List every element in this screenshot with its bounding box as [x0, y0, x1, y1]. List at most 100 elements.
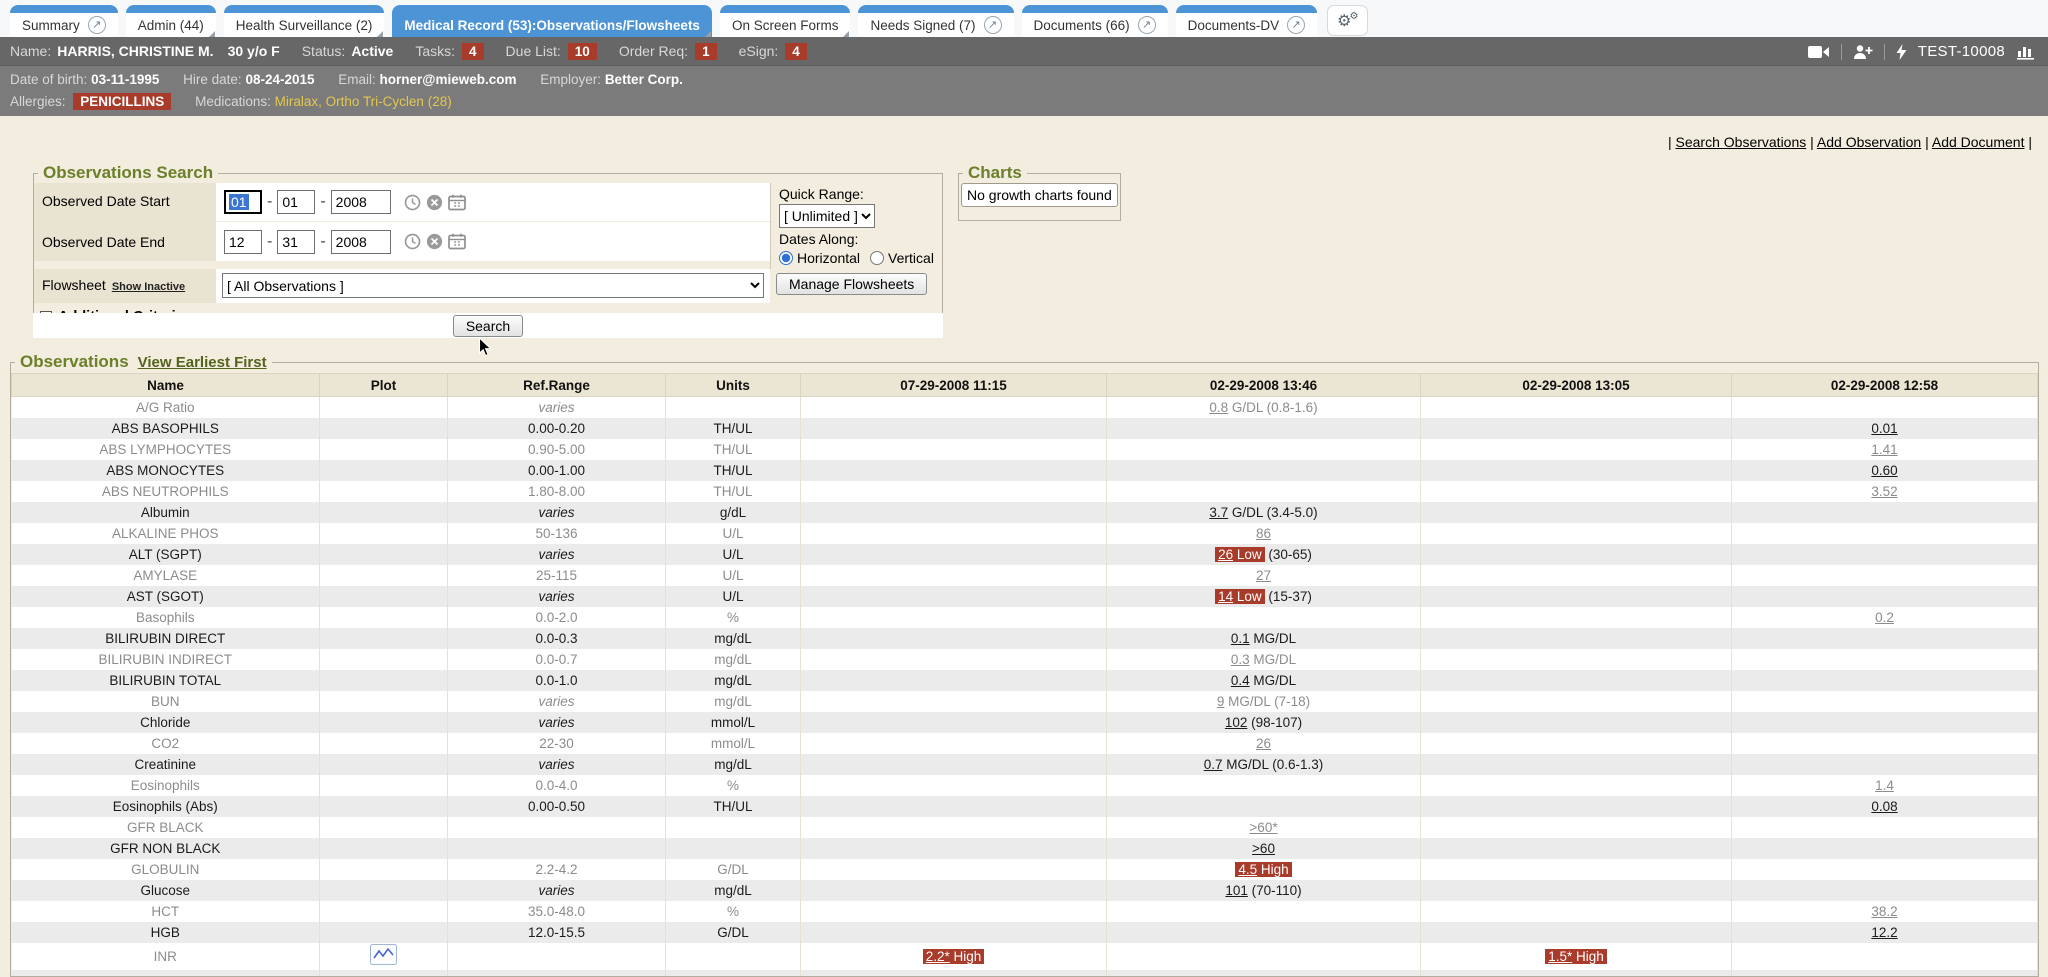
allergy-badge[interactable]: PENICILLINS: [73, 93, 171, 110]
lightning-bolt-icon[interactable]: [1896, 44, 1907, 60]
observation-units: [666, 397, 801, 418]
tab-summary[interactable]: Summary↗: [10, 5, 118, 37]
observation-value-link[interactable]: 1.41: [1871, 442, 1897, 457]
dates-along-horizontal-radio[interactable]: Horizontal: [779, 250, 860, 266]
add-document-link[interactable]: Add Document: [1932, 134, 2025, 150]
observation-value-cell: [1421, 649, 1732, 670]
show-inactive-link[interactable]: Show Inactive: [112, 281, 185, 293]
medication-link[interactable]: Ortho Tri-Cyclen (28): [326, 94, 452, 109]
bar-chart-icon[interactable]: [2016, 44, 2036, 60]
column-header-units[interactable]: Units: [666, 374, 801, 397]
add-person-icon[interactable]: [1853, 44, 1873, 60]
column-header-date-3[interactable]: 02-29-2008 13:05: [1421, 374, 1732, 397]
observation-value-link[interactable]: 102: [1225, 715, 1248, 730]
observation-value-link[interactable]: 3.52: [1871, 484, 1897, 499]
calendar-icon[interactable]: [448, 194, 466, 211]
tab-documents-66[interactable]: Documents (66)↗: [1022, 5, 1168, 37]
date-end-day-input[interactable]: [277, 230, 315, 254]
video-camera-icon[interactable]: [1808, 45, 1830, 59]
tab-on-screen-forms[interactable]: On Screen Forms: [720, 5, 851, 37]
clock-icon[interactable]: [404, 194, 421, 211]
external-link-icon[interactable]: ↗: [88, 16, 106, 34]
observation-value-link[interactable]: 0.2: [1875, 610, 1894, 625]
observation-value-link[interactable]: 1.5*: [1548, 949, 1572, 964]
view-earliest-first-link[interactable]: View Earliest First: [138, 354, 267, 371]
tab-needs-signed-7[interactable]: Needs Signed (7)↗: [858, 5, 1013, 37]
observation-row-albumin: Albuminvariesg/dL3.7 G/DL (3.4-5.0): [12, 502, 2038, 523]
observation-value-link[interactable]: 0.4: [1231, 673, 1250, 688]
tab-health-surveillance-2[interactable]: Health Surveillance (2): [224, 5, 385, 37]
observation-value-link[interactable]: 0.3: [1231, 652, 1250, 667]
search-button[interactable]: Search: [453, 315, 523, 337]
tab-documents-dv[interactable]: Documents-DV↗: [1176, 5, 1318, 37]
calendar-icon[interactable]: [448, 233, 466, 250]
observation-value-link[interactable]: 0.7: [1204, 757, 1223, 772]
observation-plot-cell: [320, 901, 448, 922]
add-observation-link[interactable]: Add Observation: [1817, 134, 1921, 150]
observation-value-link[interactable]: 0.60: [1871, 463, 1897, 478]
observation-value-link[interactable]: 2.2*: [926, 949, 950, 964]
external-link-icon[interactable]: ↗: [1287, 16, 1305, 34]
observation-plot-cell: [320, 439, 448, 460]
observation-name: BILIRUBIN DIRECT: [12, 628, 320, 649]
observation-value-link[interactable]: 0.1: [1231, 631, 1250, 646]
tab-medical-record-53-observations-flowsheets[interactable]: Medical Record (53):Observations/Flowshe…: [392, 5, 712, 37]
manage-flowsheets-button[interactable]: Manage Flowsheets: [776, 273, 927, 295]
observation-value-link[interactable]: 86: [1256, 526, 1271, 541]
external-link-icon[interactable]: ↗: [1138, 16, 1156, 34]
observation-value-link[interactable]: 1.4: [1875, 778, 1894, 793]
observation-value-cell: [1421, 901, 1732, 922]
observation-value-cell: [1732, 838, 2038, 859]
observation-value-link[interactable]: 26: [1256, 736, 1271, 751]
observation-value-link[interactable]: >60*: [1249, 820, 1277, 835]
column-header-date-2[interactable]: 02-29-2008 13:46: [1107, 374, 1421, 397]
due-list-count-badge[interactable]: 10: [568, 43, 597, 60]
column-header-name[interactable]: Name: [12, 374, 320, 397]
observation-name: AST (SGOT): [12, 586, 320, 607]
observation-value-link[interactable]: 12.2: [1871, 925, 1897, 940]
observation-name: Albumin: [12, 502, 320, 523]
observation-value-link[interactable]: 27: [1256, 568, 1271, 583]
observation-value-link[interactable]: 0.01: [1871, 421, 1897, 436]
chart-settings-button[interactable]: ⚙⚙: [1327, 5, 1368, 36]
column-header-date-4[interactable]: 02-29-2008 12:58: [1732, 374, 2038, 397]
observation-value-link[interactable]: 0.08: [1871, 799, 1897, 814]
date-end-month-input[interactable]: [224, 230, 262, 254]
observation-value-cell: [1421, 502, 1732, 523]
horizontal-radio-input[interactable]: [779, 251, 793, 265]
medication-link[interactable]: Miralax: [275, 94, 319, 109]
dates-along-vertical-radio[interactable]: Vertical: [870, 250, 934, 266]
observation-value-link[interactable]: 3.7: [1209, 505, 1228, 520]
observation-value-link[interactable]: 38.2: [1871, 904, 1897, 919]
esign-count-badge[interactable]: 4: [785, 43, 807, 60]
observation-value-cell: [1732, 691, 2038, 712]
observation-value-link[interactable]: 14: [1218, 589, 1233, 604]
observation-value-link[interactable]: 26: [1218, 547, 1233, 562]
date-start-day-input[interactable]: [277, 190, 315, 214]
clear-date-icon[interactable]: [426, 194, 443, 211]
order-req-count-badge[interactable]: 1: [695, 43, 717, 60]
observation-value-link[interactable]: >60: [1252, 841, 1275, 856]
vertical-radio-input[interactable]: [870, 251, 884, 265]
date-start-month-input[interactable]: 01: [224, 190, 262, 214]
observations-search-panel: Observations Search Observed Date Start …: [33, 163, 943, 331]
clear-date-icon[interactable]: [426, 233, 443, 250]
external-link-icon[interactable]: ↗: [984, 16, 1002, 34]
quick-range-select[interactable]: [ Unlimited ]: [779, 204, 875, 228]
date-end-year-input[interactable]: [331, 230, 391, 254]
column-header-plot[interactable]: Plot: [320, 374, 448, 397]
column-header-date-1[interactable]: 07-29-2008 11:15: [801, 374, 1107, 397]
sparkline-plot-icon[interactable]: [370, 944, 397, 965]
date-start-year-input[interactable]: [331, 190, 391, 214]
search-observations-link[interactable]: Search Observations: [1676, 134, 1807, 150]
observation-value-link[interactable]: 4.5: [1238, 862, 1257, 877]
clock-icon[interactable]: [404, 233, 421, 250]
observation-value-cell: 2.2* High: [801, 943, 1107, 970]
observation-value-link[interactable]: 9: [1217, 694, 1225, 709]
observation-value-link[interactable]: 0.8: [1209, 400, 1228, 415]
tasks-count-badge[interactable]: 4: [462, 43, 484, 60]
flowsheet-select[interactable]: [ All Observations ]: [222, 273, 764, 298]
tab-admin-44[interactable]: Admin (44): [126, 5, 216, 37]
observation-value-link[interactable]: 101: [1225, 883, 1248, 898]
column-header-refrange[interactable]: Ref.Range: [448, 374, 666, 397]
